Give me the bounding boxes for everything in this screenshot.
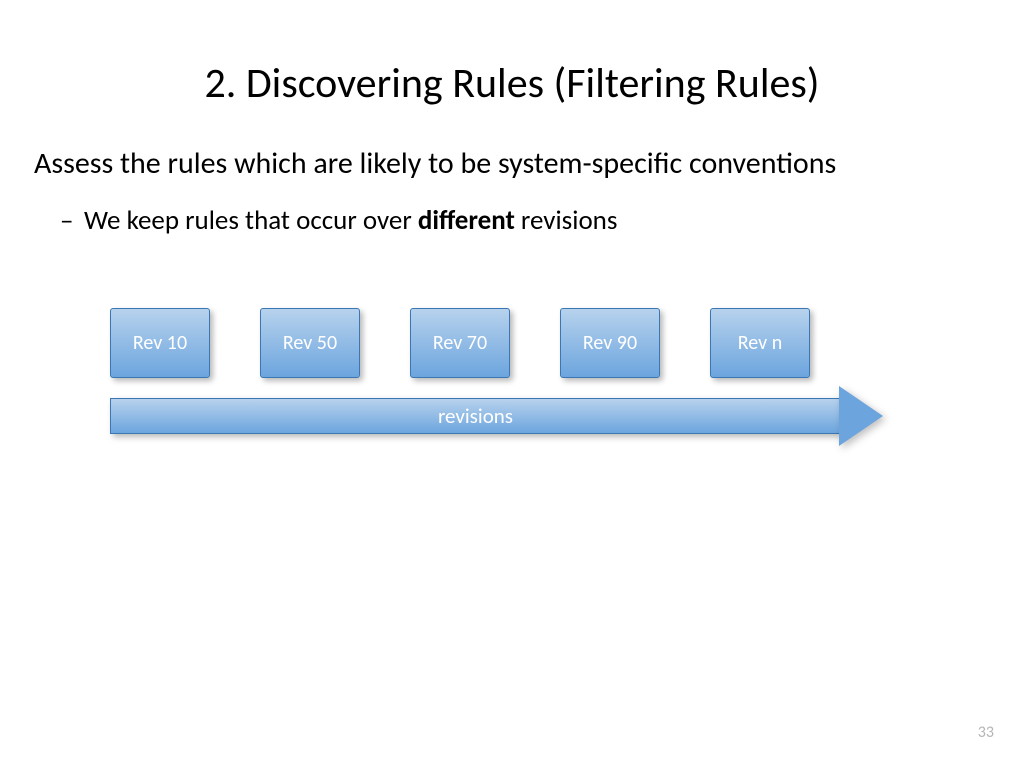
bullet-text-bold: different xyxy=(418,204,515,237)
revisions-arrow-bar: revisions xyxy=(110,398,840,434)
revision-box: Rev n xyxy=(710,308,810,378)
arrow-right-icon xyxy=(839,386,883,446)
bullet-item: We keep rules that occur over different … xyxy=(0,203,1024,238)
bullet-text-pre: We keep rules that occur over xyxy=(84,204,418,237)
bullet-text-post: revisions xyxy=(515,204,618,237)
revision-box: Rev 10 xyxy=(110,308,210,378)
revision-box: Rev 90 xyxy=(560,308,660,378)
slide-title: 2. Discovering Rules (Filtering Rules) xyxy=(0,0,1024,145)
revisions-diagram: Rev 10 Rev 50 Rev 70 Rev 90 Rev n revisi… xyxy=(110,308,910,468)
body-paragraph: Assess the rules which are likely to be … xyxy=(0,145,1024,183)
revision-box: Rev 50 xyxy=(260,308,360,378)
revision-box: Rev 70 xyxy=(410,308,510,378)
page-number: 33 xyxy=(978,723,994,742)
